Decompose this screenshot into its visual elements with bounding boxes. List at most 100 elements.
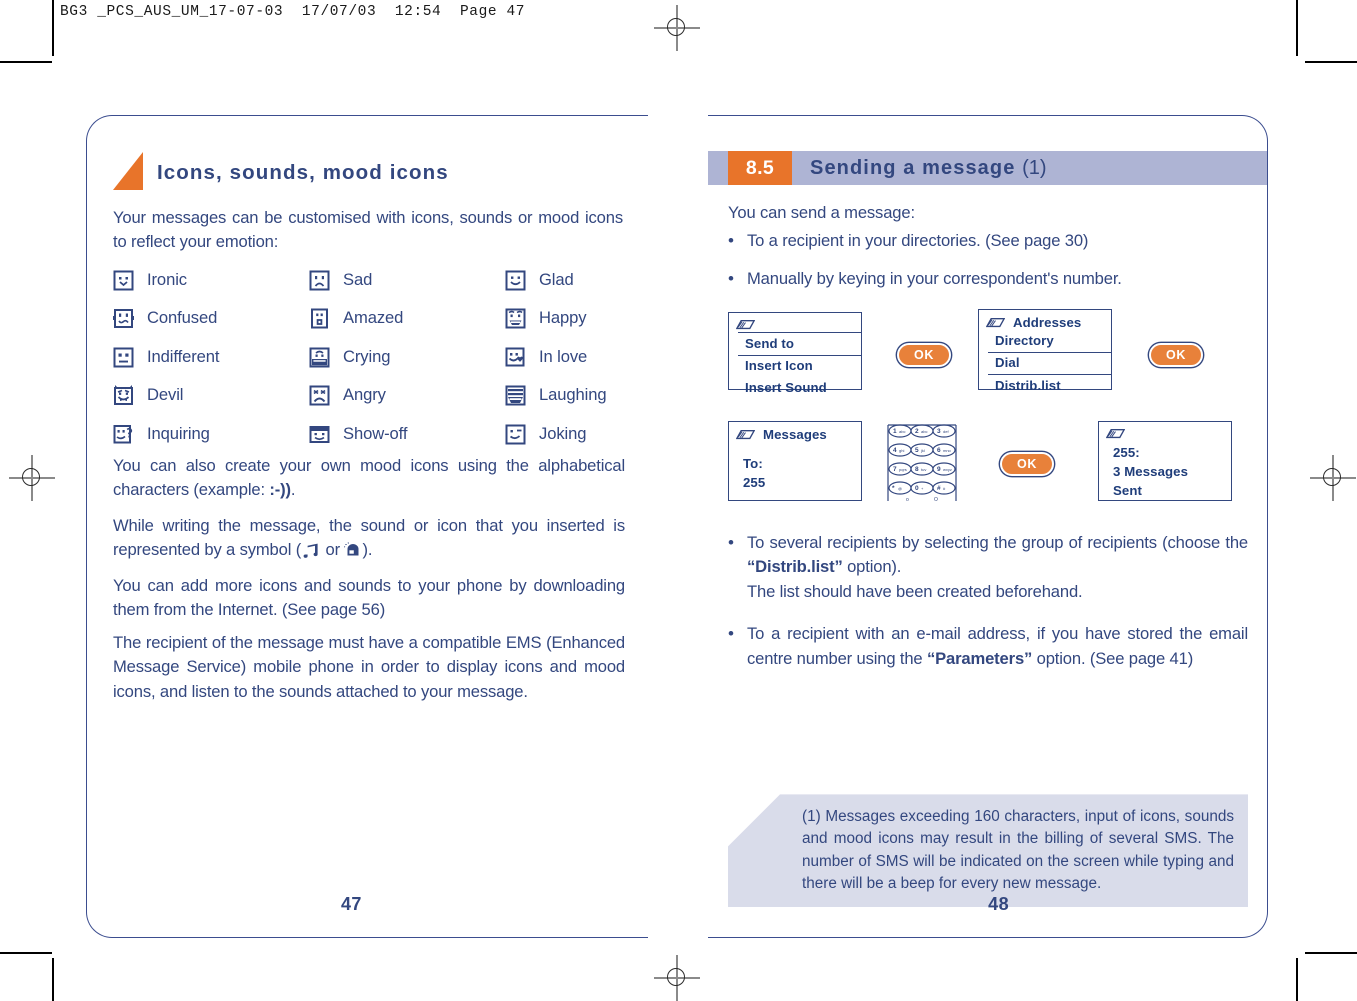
mood-icon-label: Crying bbox=[343, 346, 391, 366]
page-number-left: 47 bbox=[341, 894, 362, 914]
bullet-dot: • bbox=[728, 624, 734, 644]
mood-icon-item: Devil bbox=[113, 385, 309, 406]
bullet-text-b: option). bbox=[842, 557, 902, 577]
svg-text:def: def bbox=[943, 429, 949, 434]
bullet-text: To a recipient with an e-mail address, i… bbox=[747, 622, 1248, 671]
mood-icon-label: Sad bbox=[343, 269, 373, 289]
para-create-text-b: . bbox=[290, 480, 296, 500]
crop-mark-bottom-right-h bbox=[1305, 952, 1357, 954]
screen-row[interactable]: Distrib.list bbox=[979, 375, 1111, 397]
ok-button-2[interactable]: OK bbox=[1149, 343, 1203, 367]
page-left: Icons, sounds, mood icons Your messages … bbox=[86, 115, 648, 938]
inquiring-face-icon bbox=[113, 424, 134, 445]
mood-icon-grid: Ironic Sad Glad Confused Amazed Happy In… bbox=[113, 261, 628, 454]
phone-screen-messages-to: Messages To: 255 bbox=[728, 421, 862, 501]
mood-icon-item: Crying bbox=[309, 347, 505, 368]
mood-icon-label: Joking bbox=[539, 423, 587, 443]
screen-line: 3 Messages bbox=[1113, 464, 1189, 480]
mood-icon-item: Confused bbox=[113, 308, 309, 329]
screen-row[interactable]: Insert Sound bbox=[729, 377, 861, 399]
laughing-face-icon bbox=[505, 385, 526, 406]
confused-face-icon bbox=[113, 308, 134, 329]
mood-icon-label: Happy bbox=[539, 308, 587, 328]
bullet-text-b: option. (See page 41) bbox=[1032, 648, 1194, 668]
para-create-text-a: You can also create your own mood icons … bbox=[113, 456, 625, 500]
document-slug: BG3 _PCS_AUS_UM_17-07-03 17/07/03 12:54 … bbox=[60, 4, 526, 20]
registration-mark-top bbox=[654, 5, 700, 51]
svg-text:6: 6 bbox=[937, 447, 941, 454]
bullet-text-bold: “Distrib.list” bbox=[747, 557, 843, 577]
svg-text:Ο: Ο bbox=[934, 497, 938, 503]
envelope-icon bbox=[736, 428, 755, 442]
mood-icon-label: Angry bbox=[343, 385, 386, 405]
registration-mark-right bbox=[1310, 455, 1356, 501]
angry-face-icon bbox=[309, 385, 330, 406]
mood-icon-label: Confused bbox=[147, 308, 218, 328]
screen-header: Addresses bbox=[979, 310, 1111, 330]
show-off-face-icon bbox=[309, 424, 330, 445]
screen-line: 255 bbox=[743, 475, 766, 491]
screen-line: 255: bbox=[1113, 445, 1140, 460]
bullet-list-bottom: • To several recipients by selecting the… bbox=[728, 531, 1248, 684]
mood-icon-label: Inquiring bbox=[147, 423, 210, 443]
para-while-text-b: or bbox=[321, 540, 345, 560]
orange-triangle-icon bbox=[113, 152, 143, 190]
screen-header: Messages bbox=[729, 422, 861, 442]
svg-text:wxyz: wxyz bbox=[943, 467, 952, 472]
envelope-icon bbox=[986, 316, 1005, 330]
emoticon-example: :-)) bbox=[269, 480, 291, 500]
svg-text:7: 7 bbox=[893, 466, 897, 473]
svg-text:8: 8 bbox=[915, 466, 919, 473]
screen-row-selected[interactable]: Dial bbox=[988, 351, 1111, 376]
svg-text:abc: abc bbox=[899, 429, 905, 434]
svg-text:abc: abc bbox=[921, 429, 927, 434]
devil-face-icon bbox=[113, 385, 134, 406]
slug-rule bbox=[52, 0, 54, 56]
ok-button-1[interactable]: OK bbox=[897, 343, 951, 367]
phone-keypad-icon: 1 2 3 4 5 6 7 8 9 * 0 # abc abc def ghi jkl mno pqrs… bbox=[882, 419, 962, 510]
music-note-icon bbox=[301, 541, 321, 565]
mood-icon-label: In love bbox=[539, 346, 588, 366]
indifferent-face-icon bbox=[113, 347, 134, 368]
para-while-text-c: ). bbox=[362, 540, 373, 560]
mood-icon-item: Joking bbox=[505, 424, 628, 445]
envelope-icon bbox=[736, 318, 755, 332]
paragraph-recipient-ems: The recipient of the message must have a… bbox=[113, 633, 625, 701]
mood-icon-label: Glad bbox=[539, 269, 574, 289]
svg-text:#: # bbox=[943, 486, 946, 491]
mood-icon-label: Indifferent bbox=[147, 346, 220, 366]
screen-line: Sent bbox=[1113, 483, 1142, 499]
bullet-text-c: The list should have been created before… bbox=[747, 581, 1083, 601]
sad-face-icon bbox=[309, 270, 330, 291]
svg-text:2: 2 bbox=[915, 428, 919, 435]
in-love-face-icon bbox=[505, 347, 526, 368]
svg-text:5: 5 bbox=[915, 447, 919, 454]
svg-text:3: 3 bbox=[937, 428, 941, 435]
svg-text:ghi: ghi bbox=[899, 448, 904, 453]
mood-icon-item: Sad bbox=[309, 270, 505, 291]
svg-text:@: @ bbox=[898, 486, 902, 491]
joking-face-icon bbox=[505, 424, 526, 445]
svg-text:+: + bbox=[921, 486, 924, 491]
footnote-box: ! (1) Messages exceeding 160 characters,… bbox=[728, 794, 1248, 907]
mood-icon-item: Ironic bbox=[113, 270, 309, 291]
screen-row-selected[interactable]: Send to bbox=[738, 332, 861, 356]
svg-text:tuv: tuv bbox=[921, 467, 926, 472]
screen-row[interactable]: Directory bbox=[979, 330, 1111, 352]
envelope-icon bbox=[1106, 427, 1125, 441]
screen-row[interactable]: Insert Icon bbox=[729, 356, 861, 378]
registration-mark-bottom bbox=[654, 955, 700, 1001]
ok-button-3[interactable]: OK bbox=[1000, 452, 1054, 476]
page-number-right: 48 bbox=[988, 894, 1009, 914]
bullet-text: To several recipients by selecting the g… bbox=[747, 531, 1248, 604]
screen-header-title: Addresses bbox=[1013, 315, 1082, 330]
mood-icon-item: Happy bbox=[505, 308, 628, 329]
mood-icon-label: Laughing bbox=[539, 385, 607, 405]
crop-mark-top-right-h bbox=[1305, 61, 1357, 63]
svg-text:9: 9 bbox=[937, 466, 941, 473]
crop-mark-top-left-h bbox=[0, 61, 52, 63]
screen-header bbox=[1099, 422, 1231, 442]
mood-icon-item: Laughing bbox=[505, 385, 628, 406]
svg-text:jkl: jkl bbox=[920, 448, 925, 453]
mood-icon-label: Amazed bbox=[343, 308, 404, 328]
